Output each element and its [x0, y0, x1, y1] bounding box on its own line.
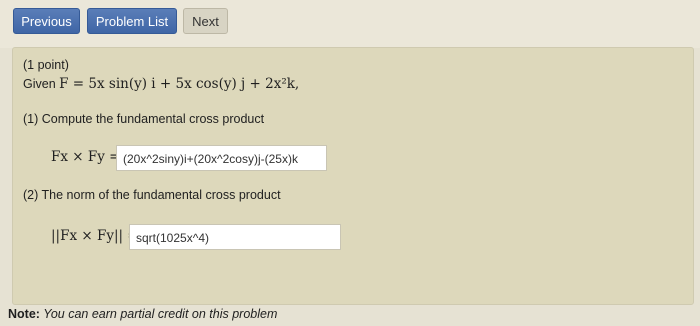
- vector-field-expression: F = 5x sin(y) i + 5x cos(y) j + 2x²k,: [59, 76, 300, 92]
- part2-answer-input[interactable]: sqrt(1025x^4): [129, 224, 341, 250]
- note-text: You can earn partial credit on this prob…: [39, 307, 278, 321]
- partial-credit-note: Note: You can earn partial credit on thi…: [8, 307, 277, 321]
- part1-answer-input[interactable]: (20x^2siny)i+(20x^2cosy)j-(25x)k: [116, 145, 327, 171]
- problem-list-button[interactable]: Problem List: [87, 8, 177, 34]
- top-navigation-bar: Previous Problem List Next: [0, 0, 700, 48]
- given-prefix: Given: [23, 77, 60, 91]
- previous-button[interactable]: Previous: [13, 8, 80, 34]
- part2-prompt: (2) The norm of the fundamental cross pr…: [23, 188, 281, 202]
- next-button[interactable]: Next: [183, 8, 228, 34]
- part2-label: ||Fx × Fy|| =: [51, 228, 139, 244]
- given-statement: Given F = 5x sin(y) i + 5x cos(y) j + 2x…: [23, 76, 299, 92]
- part1-label: Fx × Fy =: [51, 149, 121, 165]
- part1-prompt: (1) Compute the fundamental cross produc…: [23, 112, 265, 126]
- problem-panel: (1 point) Given F = 5x sin(y) i + 5x cos…: [12, 47, 694, 305]
- points-label: (1 point): [23, 58, 69, 72]
- note-label: Note:: [8, 307, 40, 321]
